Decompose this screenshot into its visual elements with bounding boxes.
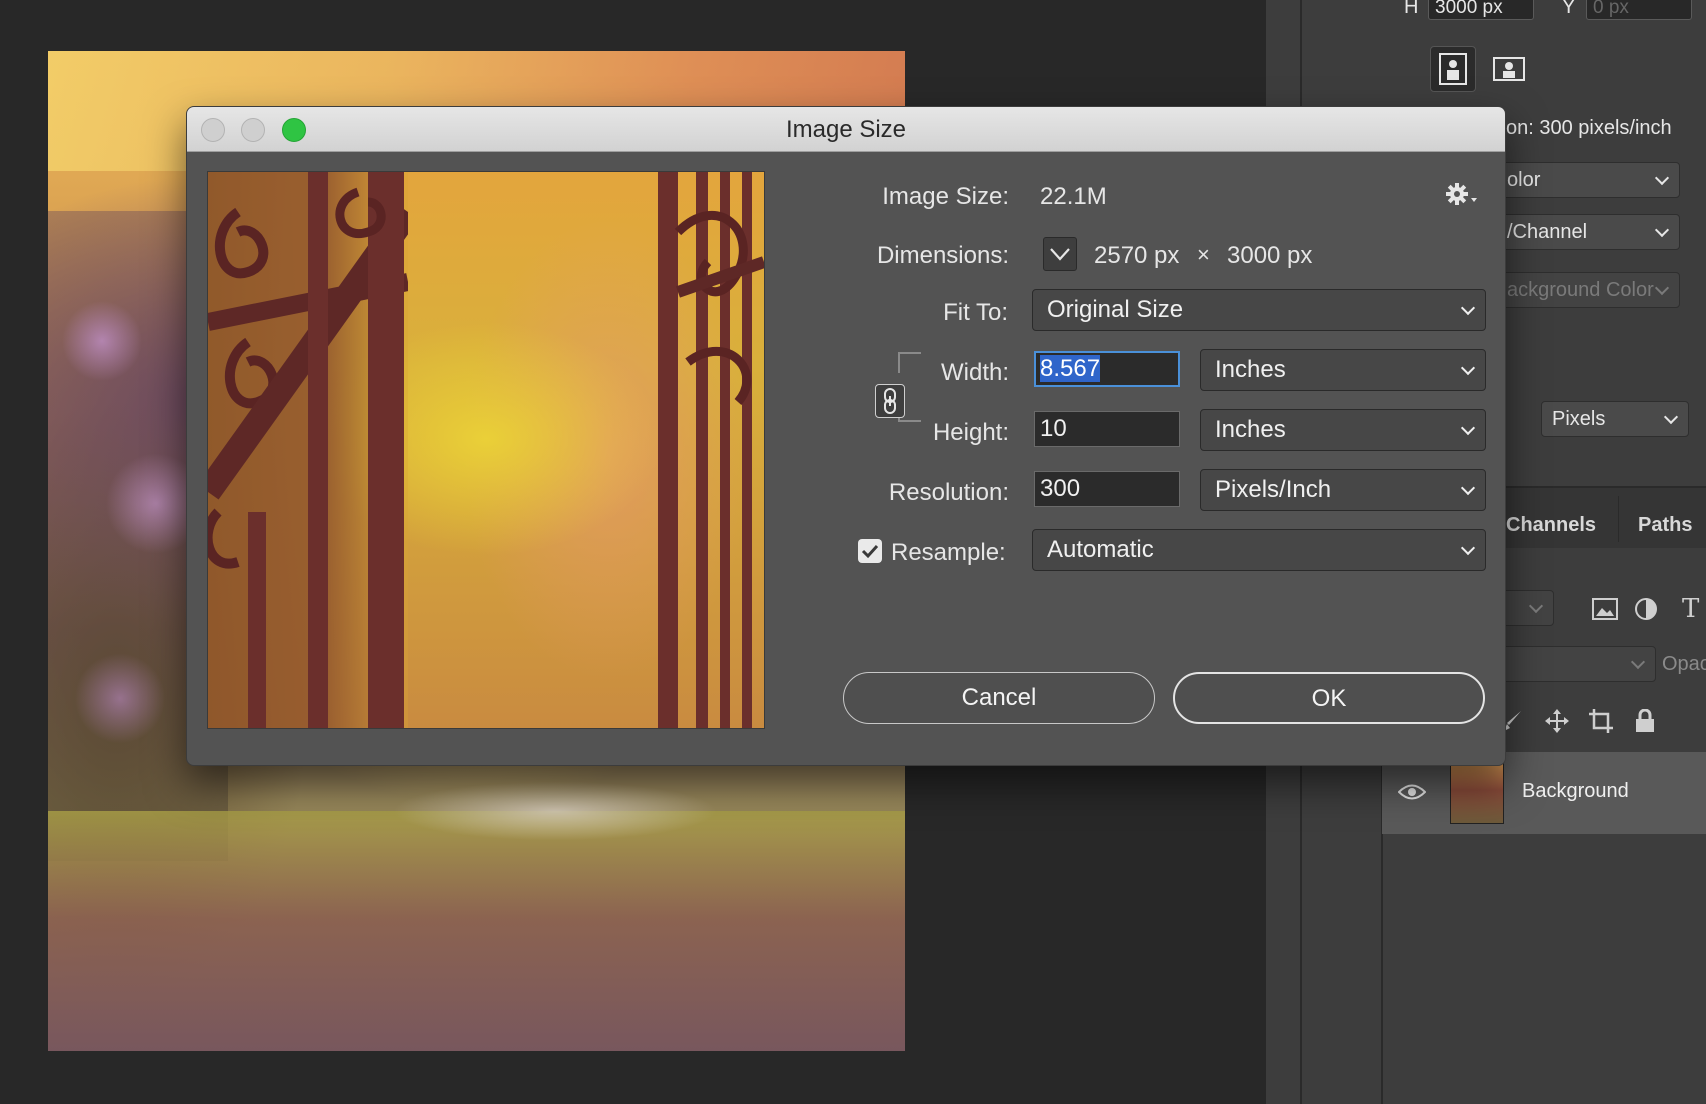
chevron-down-icon bbox=[1528, 598, 1544, 614]
color-mode-value: olor bbox=[1507, 169, 1541, 191]
width-unit-select[interactable]: Inches bbox=[1200, 349, 1486, 391]
landscape-orientation-button[interactable] bbox=[1486, 46, 1532, 92]
chevron-down-icon bbox=[1460, 540, 1476, 556]
resolution-input[interactable]: 300 bbox=[1034, 471, 1180, 507]
resolution-input-value: 300 bbox=[1040, 475, 1081, 502]
bit-depth-value: /Channel bbox=[1507, 221, 1588, 243]
image-size-value: 22.1M bbox=[1040, 183, 1107, 210]
width-input[interactable]: 8.567 bbox=[1034, 351, 1180, 387]
move-icon[interactable] bbox=[1544, 708, 1570, 734]
chevron-down-icon bbox=[1050, 248, 1070, 261]
dimensions-height: 3000 px bbox=[1227, 242, 1313, 269]
resolution-label: Resolution: bbox=[888, 479, 1009, 506]
resample-label: Resample: bbox=[891, 539, 1006, 566]
width-label: Width: bbox=[940, 359, 1009, 386]
dimensions-unit-toggle[interactable] bbox=[1043, 237, 1077, 271]
chevron-down-icon bbox=[1630, 654, 1646, 670]
fill-value: ackground Color bbox=[1507, 279, 1654, 301]
eye-icon[interactable] bbox=[1398, 783, 1426, 801]
gear-icon bbox=[1446, 183, 1477, 205]
checkmark-icon bbox=[861, 544, 879, 559]
tab-channels[interactable]: Channels bbox=[1506, 514, 1596, 537]
units-value: Pixels bbox=[1552, 408, 1606, 430]
bit-depth-select[interactable]: /Channel bbox=[1496, 214, 1680, 250]
link-icon bbox=[884, 388, 896, 414]
dimensions-width: 2570 px bbox=[1094, 242, 1180, 269]
units-select[interactable]: Pixels bbox=[1541, 401, 1689, 437]
gate-right-ironwork bbox=[658, 172, 764, 728]
layer-thumbnail bbox=[1450, 762, 1504, 824]
adjustment-filter-icon[interactable] bbox=[1634, 597, 1658, 621]
fit-to-select[interactable]: Original Size bbox=[1032, 289, 1486, 331]
gate-left-ironwork bbox=[208, 172, 408, 728]
chevron-down-icon bbox=[1460, 420, 1476, 436]
chevron-down-icon bbox=[1654, 170, 1670, 186]
crop-icon[interactable] bbox=[1588, 708, 1614, 734]
dimensions-label: Dimensions: bbox=[876, 242, 1009, 269]
blend-mode-select[interactable] bbox=[1496, 646, 1656, 682]
chevron-down-icon bbox=[1654, 280, 1670, 296]
image-size-label: Image Size: bbox=[882, 183, 1009, 210]
height-input-value: 10 bbox=[1040, 415, 1067, 442]
type-filter-icon[interactable]: T bbox=[1682, 594, 1699, 624]
cancel-button[interactable]: Cancel bbox=[843, 672, 1155, 724]
settings-menu-button[interactable] bbox=[1445, 181, 1481, 209]
resolution-readout: on: 300 pixels/inch bbox=[1506, 117, 1672, 139]
width-input-value: 8.567 bbox=[1040, 355, 1101, 382]
chevron-down-icon bbox=[1663, 409, 1679, 425]
tab-divider bbox=[1618, 496, 1619, 542]
resample-value: Automatic bbox=[1047, 536, 1154, 563]
chevron-down-icon bbox=[1460, 360, 1476, 376]
image-filter-icon[interactable] bbox=[1592, 598, 1618, 620]
chevron-down-icon bbox=[1654, 222, 1670, 238]
fill-select: ackground Color bbox=[1496, 272, 1680, 308]
lock-icon[interactable] bbox=[1632, 708, 1658, 734]
image-size-dialog: Image Size Image Size: 22.1M Dimensions:… bbox=[186, 106, 1506, 766]
y-label: Y bbox=[1562, 0, 1576, 18]
y-field[interactable]: 0 px bbox=[1586, 0, 1692, 20]
color-mode-select[interactable]: olor bbox=[1496, 162, 1680, 198]
dimensions-times: × bbox=[1197, 242, 1210, 267]
chevron-down-icon bbox=[1460, 300, 1476, 316]
dialog-titlebar[interactable]: Image Size bbox=[187, 107, 1505, 152]
height-label: Height: bbox=[932, 419, 1009, 446]
height-input[interactable]: 10 bbox=[1034, 411, 1180, 447]
resample-select[interactable]: Automatic bbox=[1032, 529, 1486, 571]
fit-to-label: Fit To: bbox=[943, 299, 1008, 326]
layer-name: Background bbox=[1522, 780, 1629, 802]
image-preview[interactable] bbox=[207, 171, 765, 729]
portrait-orientation-icon bbox=[1439, 53, 1467, 85]
tab-paths[interactable]: Paths bbox=[1638, 514, 1692, 537]
ok-button[interactable]: OK bbox=[1173, 672, 1485, 724]
chevron-down-icon bbox=[1460, 480, 1476, 496]
fit-to-value: Original Size bbox=[1047, 296, 1184, 323]
resample-checkbox[interactable] bbox=[858, 539, 882, 563]
landscape-orientation-icon bbox=[1493, 57, 1525, 81]
height-label: H bbox=[1404, 0, 1419, 18]
dialog-title: Image Size bbox=[785, 116, 907, 143]
height-field[interactable]: 3000 px bbox=[1428, 0, 1534, 20]
width-unit-value: Inches bbox=[1215, 356, 1286, 383]
opacity-label: Opac bbox=[1662, 653, 1706, 675]
resolution-unit-value: Pixels/Inch bbox=[1215, 476, 1332, 503]
resolution-unit-select[interactable]: Pixels/Inch bbox=[1200, 469, 1486, 511]
height-unit-select[interactable]: Inches bbox=[1200, 409, 1486, 451]
constrain-proportions-toggle[interactable] bbox=[875, 384, 905, 418]
height-unit-value: Inches bbox=[1215, 416, 1286, 443]
portrait-orientation-button[interactable] bbox=[1430, 46, 1476, 92]
